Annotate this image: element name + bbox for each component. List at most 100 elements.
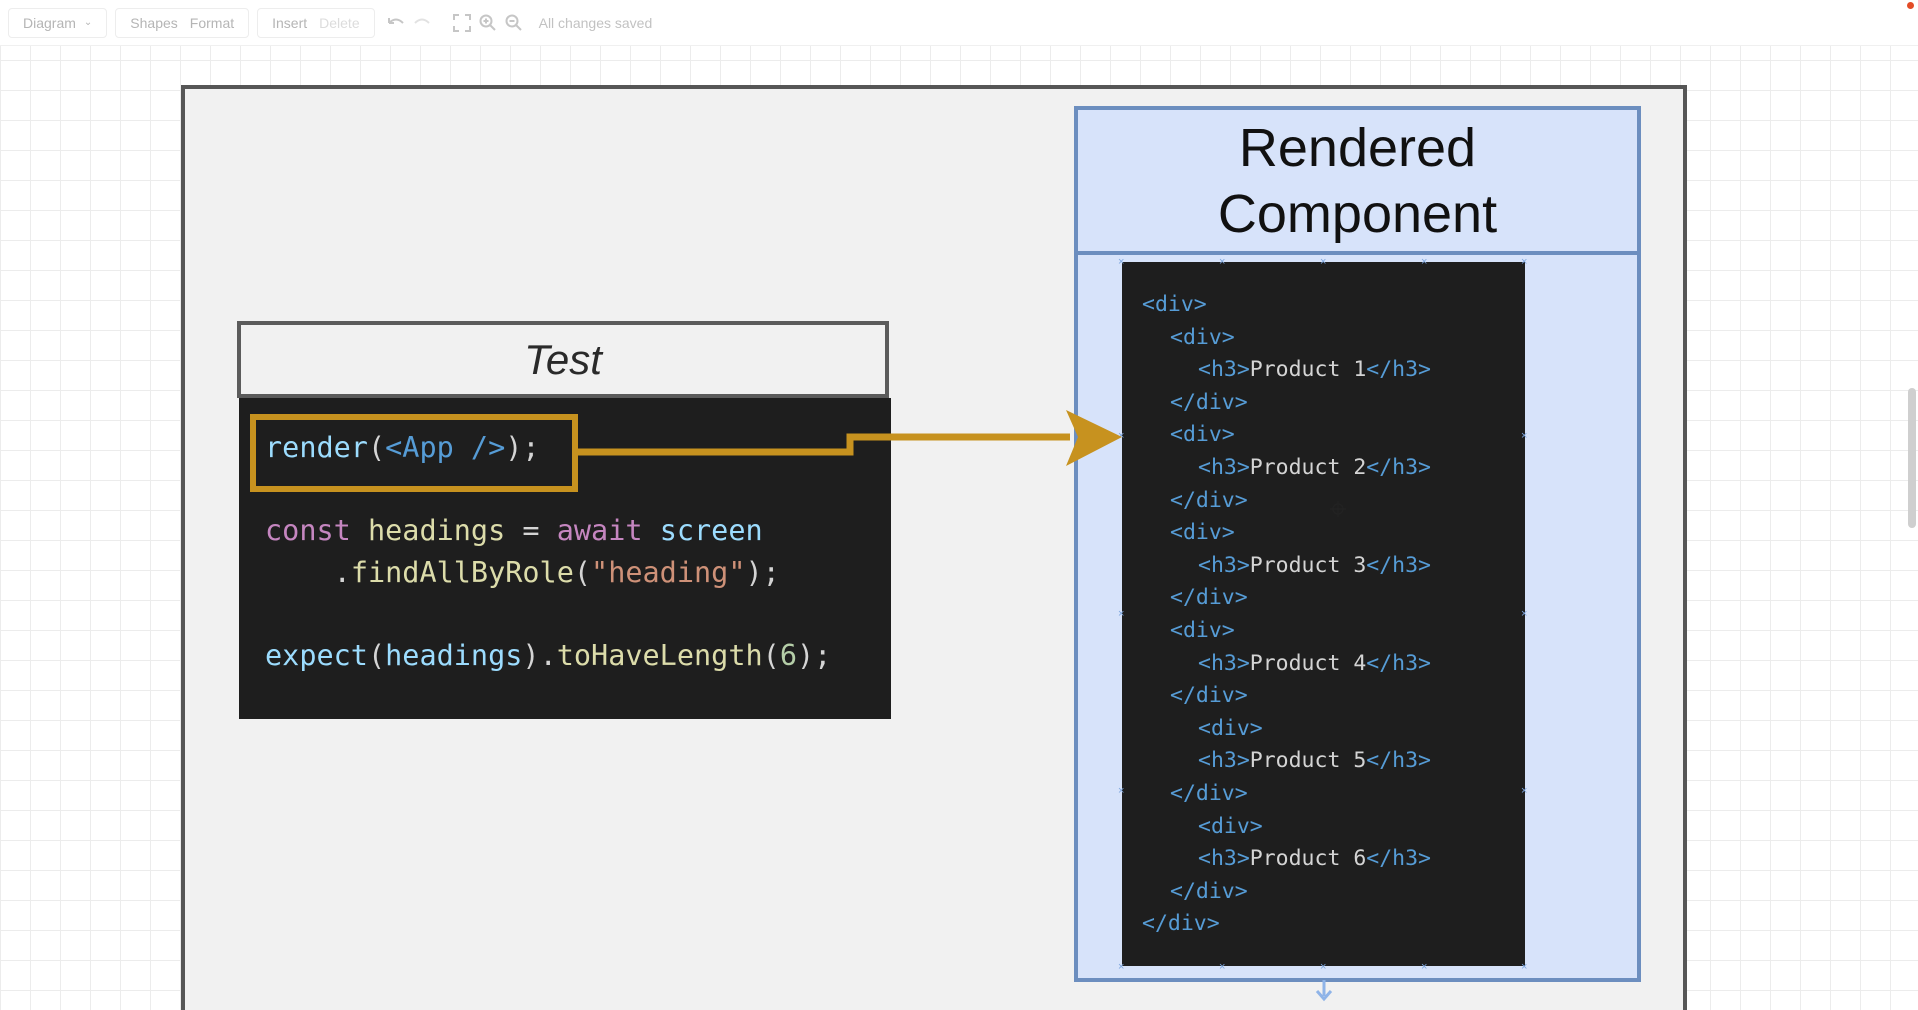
dom-code-line: <h3>Product 4</h3> (1198, 651, 1431, 676)
rendered-panel-header: Rendered Component (1078, 110, 1637, 255)
dom-tag: <div> (1142, 292, 1207, 317)
dom-tag: <h3> (1198, 650, 1250, 676)
zoom-out-icon[interactable] (501, 14, 527, 32)
dom-tag: <h3> (1198, 455, 1250, 480)
dom-code-line: <div> (1170, 422, 1235, 447)
diagram-menu[interactable]: Diagram ⌄ (8, 7, 108, 38)
vertical-scrollbar[interactable] (1908, 388, 1916, 528)
edit-group: Insert Delete (257, 7, 375, 38)
dom-code-line: <h3>Product 1</h3> (1198, 357, 1431, 382)
selection-handle[interactable]: × (1219, 257, 1225, 268)
dom-tag: </h3> (1366, 357, 1432, 383)
selection-handle[interactable]: × (1521, 962, 1527, 973)
selection-handle[interactable]: × (1421, 257, 1427, 268)
code-token: ( (762, 639, 780, 672)
code-token: = (505, 514, 557, 547)
selection-handle[interactable]: × (1219, 962, 1225, 973)
notification-dot (1907, 2, 1914, 9)
render-highlight-box[interactable] (250, 414, 578, 492)
code-token: await (556, 514, 643, 547)
dom-code-line: <div> (1170, 618, 1235, 643)
dom-code-line: <h3>Product 5</h3> (1198, 748, 1431, 773)
code-token: ( (573, 556, 592, 589)
code-token: toHaveLength (556, 639, 763, 672)
code-line-find: .findAllByRole("heading"); (265, 556, 780, 589)
dom-tag: <div> (1170, 618, 1235, 643)
selection-handle[interactable]: × (1521, 257, 1527, 268)
diagram-menu-label: Diagram (23, 14, 76, 31)
rendered-title-line2: Component (1217, 183, 1498, 244)
selection-handle[interactable]: × (1521, 786, 1527, 797)
zoom-in-icon[interactable] (475, 14, 501, 32)
code-token: headings (385, 639, 523, 672)
dom-text: Product 2 (1249, 455, 1367, 480)
selection-handle[interactable]: × (1118, 431, 1124, 442)
code-line-expect: expect(headings).toHaveLength(6); (265, 639, 831, 672)
dom-code-line: </div> (1170, 585, 1248, 610)
fullscreen-icon[interactable] (449, 13, 475, 32)
delete-button[interactable]: Delete (319, 15, 359, 31)
selection-handle[interactable]: × (1320, 962, 1326, 973)
code-token: ( (367, 639, 386, 672)
dom-code-line: <div> (1170, 520, 1235, 545)
undo-icon[interactable] (383, 16, 409, 30)
selection-handle[interactable]: × (1118, 609, 1124, 620)
selection-handle[interactable]: × (1521, 609, 1527, 620)
panel-toggle-group: Shapes Format (115, 7, 250, 38)
dom-text: Product 6 (1249, 846, 1367, 872)
dom-code-line: <h3>Product 6</h3> (1198, 846, 1431, 871)
code-token: findAllByRole (350, 556, 574, 589)
dom-tag: <h3> (1198, 552, 1250, 578)
dom-text: Product 1 (1249, 357, 1367, 383)
dom-tag: </div> (1142, 911, 1220, 937)
code-token: expect (265, 639, 368, 672)
dom-code-line: </div> (1142, 911, 1220, 936)
dom-tag: </h3> (1366, 552, 1432, 578)
dom-code-line: <div> (1142, 292, 1207, 317)
redo-icon[interactable] (409, 16, 435, 30)
shapes-button[interactable]: Shapes (130, 15, 177, 31)
test-panel-header[interactable]: Test (237, 321, 889, 398)
selection-handle[interactable]: × (1521, 431, 1527, 442)
dom-tag: </div> (1170, 389, 1248, 415)
dom-tag: </div> (1170, 878, 1248, 904)
dom-code-line: <div> (1198, 814, 1263, 839)
dom-text: Product 3 (1249, 552, 1367, 578)
dom-tag: </h3> (1366, 846, 1432, 872)
dom-code-line: </div> (1170, 488, 1248, 513)
connection-arrow-down-icon[interactable] (1313, 978, 1335, 1002)
test-panel-title: Test (524, 335, 602, 383)
rendered-title-line1: Rendered (1238, 117, 1477, 178)
dom-tag: </h3> (1366, 455, 1432, 480)
dom-tag: <div> (1170, 324, 1235, 350)
selection-handle[interactable]: × (1118, 962, 1124, 973)
dom-tag: <h3> (1198, 357, 1250, 383)
selection-handle[interactable]: × (1421, 962, 1427, 973)
code-token: const (265, 514, 351, 547)
dom-tag: <h3> (1198, 846, 1250, 872)
dom-tag: <div> (1198, 813, 1263, 839)
dom-tag: <h3> (1198, 748, 1250, 774)
dom-code-line: </div> (1170, 879, 1248, 904)
selection-handle[interactable]: × (1118, 786, 1124, 797)
selection-handle[interactable]: × (1118, 257, 1124, 268)
dom-tag: </div> (1170, 487, 1248, 513)
dom-tag: <div> (1170, 422, 1235, 448)
code-line-const: const headings = await screen (265, 514, 763, 547)
dom-code-line: <div> (1170, 325, 1235, 350)
insert-button[interactable]: Insert (272, 15, 307, 31)
format-button[interactable]: Format (190, 15, 234, 31)
code-token: screen (659, 514, 763, 547)
dom-tag: </div> (1170, 585, 1248, 611)
code-token: ); (745, 556, 780, 589)
dom-code-line: <div> (1198, 716, 1263, 741)
dom-tag: </h3> (1366, 748, 1432, 774)
dom-tag: <div> (1170, 520, 1235, 546)
code-token: ). (522, 639, 557, 672)
dom-code-line: </div> (1170, 781, 1248, 806)
dom-code-line: <h3>Product 2</h3> (1198, 455, 1431, 480)
selection-handle[interactable]: × (1320, 257, 1326, 268)
rendered-dom-code-block[interactable]: <div> <div> <h3>Product 1</h3> </div> <div> <… (1122, 262, 1525, 966)
dom-code-line: <h3>Product 3</h3> (1198, 553, 1431, 578)
dom-code-line: </div> (1170, 390, 1248, 415)
